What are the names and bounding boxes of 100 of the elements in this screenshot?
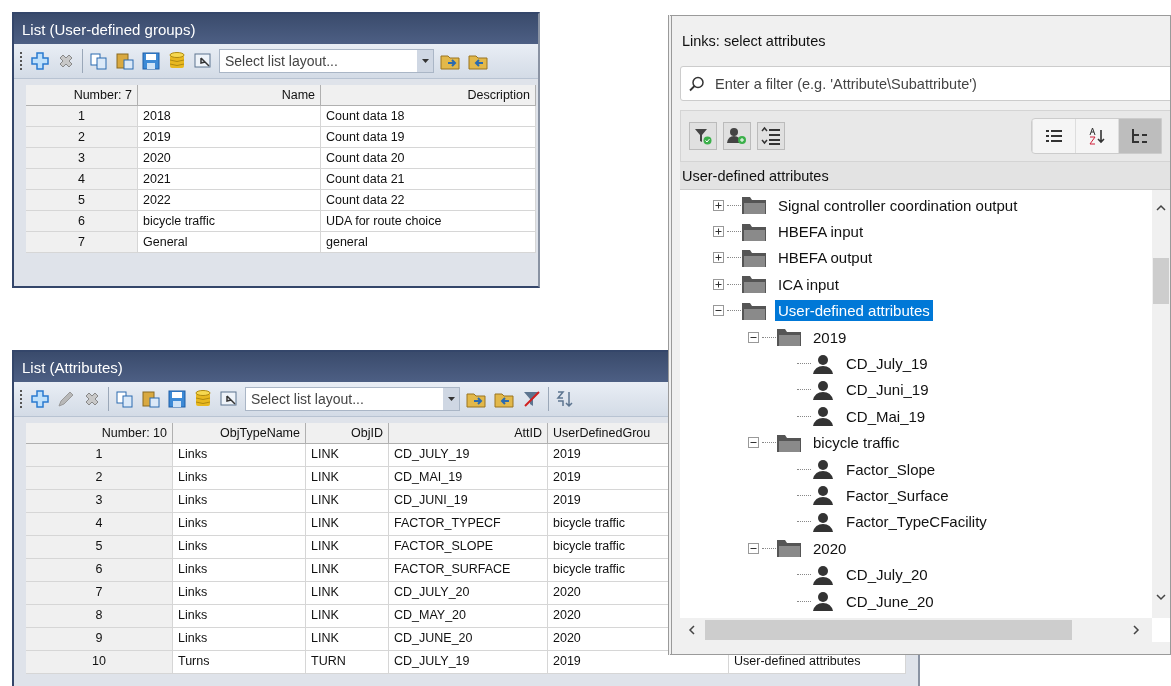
table-cell: CD_MAI_19 xyxy=(389,467,548,490)
tree-item[interactable]: CD_Juni_19 xyxy=(843,379,932,401)
table-cell: Count data 20 xyxy=(321,148,536,169)
table-cell: Links xyxy=(173,444,306,467)
scroll-up-icon[interactable] xyxy=(1156,204,1166,211)
add-icon[interactable] xyxy=(30,389,50,409)
expand-icon[interactable] xyxy=(713,199,724,211)
collapse-icon[interactable] xyxy=(748,437,759,449)
table-cell: CD_JUNI_19 xyxy=(389,490,548,513)
tree-item[interactable]: 2019 xyxy=(810,326,850,348)
add-user-icon[interactable] xyxy=(723,122,751,150)
user-icon xyxy=(811,591,835,612)
layout-input[interactable]: Select list layout... xyxy=(220,53,417,69)
scroll-left-icon[interactable] xyxy=(688,625,695,635)
tree-item[interactable]: HBEFA output xyxy=(775,247,876,269)
add-icon[interactable] xyxy=(30,51,50,71)
tree-item[interactable]: CD_June_20 xyxy=(843,590,937,612)
filter-field[interactable]: Enter a filter (e.g. 'Attribute\Subattribute') xyxy=(713,74,1165,93)
caret-icon xyxy=(421,59,429,63)
tree-view-icon[interactable] xyxy=(1118,119,1161,153)
row-number: 1 xyxy=(26,106,138,127)
filter-check-icon[interactable] xyxy=(689,122,717,150)
copy-icon[interactable] xyxy=(89,51,109,71)
save-icon[interactable] xyxy=(141,51,161,71)
table-cell: UDA for route choice xyxy=(321,211,536,232)
tree-item[interactable]: Factor_Slope xyxy=(843,458,939,480)
table-cell: LINK xyxy=(306,605,389,628)
table-cell: Links xyxy=(173,605,306,628)
table-cell: CD_JULY_19 xyxy=(389,444,548,467)
paste-icon[interactable] xyxy=(141,389,161,409)
tree-item[interactable]: bicycle traffic xyxy=(810,432,903,454)
layout-input[interactable]: Select list layout... xyxy=(246,391,443,407)
caret-icon xyxy=(447,397,455,401)
sort-icon[interactable] xyxy=(555,389,575,409)
expand-icon[interactable] xyxy=(713,226,724,238)
collapse-icon[interactable] xyxy=(748,331,759,343)
table-cell: LINK xyxy=(306,628,389,651)
tree-item[interactable]: ICA input xyxy=(775,273,842,295)
column-header[interactable]: ObjID xyxy=(306,423,389,444)
user-icon xyxy=(811,459,835,480)
expand-list-icon[interactable] xyxy=(757,122,785,150)
scrollbar-thumb[interactable] xyxy=(1153,258,1169,304)
database-icon[interactable] xyxy=(193,389,213,409)
tree-item[interactable]: Factor_Surface xyxy=(843,485,952,506)
table-cell: LINK xyxy=(306,467,389,490)
table-cell: FACTOR_TYPECF xyxy=(389,513,548,536)
row-number: 1 xyxy=(26,444,173,467)
collapse-icon[interactable] xyxy=(713,305,724,317)
table-cell: Count data 18 xyxy=(321,106,536,127)
row-number: 8 xyxy=(26,605,173,628)
tree-item[interactable]: HBEFA input xyxy=(775,221,867,243)
database-icon[interactable] xyxy=(167,51,187,71)
table-cell: 2019 xyxy=(138,127,321,148)
table-cell: 2021 xyxy=(138,169,321,190)
column-header[interactable]: Number: 7 xyxy=(26,85,138,106)
layout-dropdown[interactable]: Select list layout... xyxy=(219,49,434,73)
tree-item[interactable]: User-defined attributes xyxy=(775,300,933,322)
user-icon xyxy=(811,353,835,374)
table-cell: general xyxy=(321,232,536,253)
table-cell: 2022 xyxy=(138,190,321,211)
filter-box[interactable]: Enter a filter (e.g. 'Attribute\Subattribute') xyxy=(680,66,1170,101)
column-header[interactable]: Name xyxy=(138,85,321,106)
table-cell: Links xyxy=(173,490,306,513)
table-cell: LINK xyxy=(306,582,389,605)
row-number: 3 xyxy=(26,490,173,513)
expand-icon[interactable] xyxy=(713,252,724,264)
tree-item[interactable]: Factor_TypeCFacility xyxy=(843,511,990,533)
row-number: 5 xyxy=(26,190,138,211)
column-header[interactable]: Description xyxy=(321,85,536,106)
select-icon[interactable] xyxy=(193,51,213,71)
tree-item[interactable]: CD_Mai_19 xyxy=(843,405,929,427)
tree-header: User-defined attributes xyxy=(680,162,1170,190)
scrollbar-thumb[interactable] xyxy=(705,620,1072,640)
copy-icon[interactable] xyxy=(115,389,135,409)
table-cell: bicycle traffic xyxy=(138,211,321,232)
column-header[interactable]: Number: 10 xyxy=(26,423,173,444)
layout-dropdown[interactable]: Select list layout... xyxy=(245,387,460,411)
table-cell: FACTOR_SURFACE xyxy=(389,559,548,582)
scroll-right-icon[interactable] xyxy=(1133,625,1140,635)
table-cell: Links xyxy=(173,582,306,605)
save-icon[interactable] xyxy=(167,389,187,409)
table-cell: CD_JULY_20 xyxy=(389,582,548,605)
table-cell: Links xyxy=(173,628,306,651)
table-cell: Links xyxy=(173,467,306,490)
user-icon xyxy=(811,564,835,585)
tree-item[interactable]: 2020 xyxy=(810,537,850,559)
table-cell: TURN xyxy=(306,651,389,674)
filter-off-icon[interactable] xyxy=(522,389,542,409)
tree-item[interactable]: Signal controller coordination output xyxy=(775,194,1021,216)
row-number: 7 xyxy=(26,582,173,605)
table-cell: Count data 19 xyxy=(321,127,536,148)
table-cell: LINK xyxy=(306,490,389,513)
select-icon[interactable] xyxy=(219,389,239,409)
column-header[interactable]: ObjTypeName xyxy=(173,423,306,444)
collapse-icon[interactable] xyxy=(748,542,759,554)
scroll-down-icon[interactable] xyxy=(1156,594,1166,601)
tree-item[interactable]: CD_July_20 xyxy=(843,564,931,586)
paste-icon[interactable] xyxy=(115,51,135,71)
column-header[interactable]: AttID xyxy=(389,423,548,444)
expand-icon[interactable] xyxy=(713,278,724,290)
